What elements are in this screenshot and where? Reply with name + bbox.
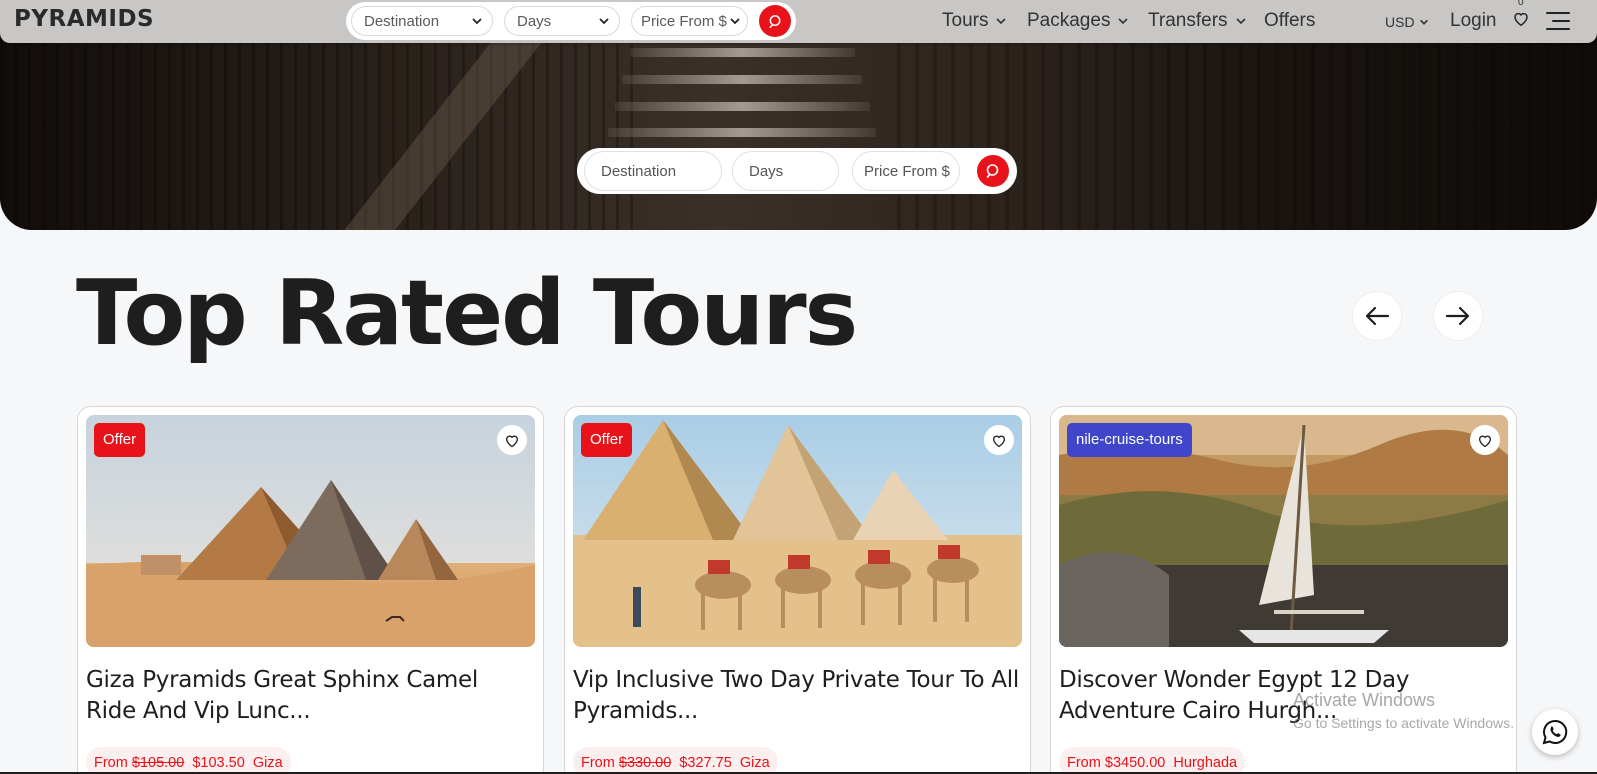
- price-pill: From $330.00 $327.75 Giza: [573, 747, 778, 774]
- login-link[interactable]: Login: [1450, 10, 1497, 32]
- section-title: Top Rated Tours: [76, 261, 858, 366]
- price-from-label: From: [581, 755, 615, 771]
- nav-price-select[interactable]: Price From $: [631, 6, 748, 36]
- carousel-next-button[interactable]: [1433, 291, 1483, 341]
- favorite-button[interactable]: [497, 425, 527, 455]
- category-badge: nile-cruise-tours: [1067, 423, 1192, 457]
- nav-days-select[interactable]: Days: [504, 6, 620, 36]
- search-icon: [986, 164, 999, 178]
- currency-label: USD: [1385, 14, 1415, 30]
- currency-selector[interactable]: USD: [1385, 14, 1429, 30]
- tour-location: Hurghada: [1173, 755, 1238, 771]
- heart-icon: [1514, 12, 1528, 27]
- price-from-label: From: [1067, 755, 1101, 771]
- chevron-down-icon: [1419, 19, 1428, 25]
- hero-destination-field[interactable]: Destination: [584, 151, 722, 191]
- offer-badge: Offer: [581, 423, 633, 457]
- search-icon: [769, 14, 780, 28]
- nav-days-label: Days: [517, 13, 552, 30]
- nav-search-button[interactable]: [759, 5, 791, 37]
- tour-card[interactable]: Offer Giza Pyramids Great Sphinx Camel R…: [77, 406, 544, 774]
- tour-card[interactable]: Offer Vip Inclusive Two Day Private Tour…: [564, 406, 1031, 774]
- hero-search-button[interactable]: [977, 155, 1009, 187]
- tour-location: Giza: [252, 755, 283, 771]
- hero-days-field[interactable]: Days: [732, 151, 839, 191]
- tour-title-line: Giza Pyramids Great Sphinx Camel: [86, 667, 478, 693]
- tour-location: Giza: [739, 755, 770, 771]
- menu-packages[interactable]: Packages: [1027, 10, 1129, 32]
- favorite-button[interactable]: [984, 425, 1014, 455]
- chevron-down-icon: [1235, 18, 1246, 25]
- hero-days-label: Days: [749, 163, 784, 180]
- site-logo[interactable]: PYRAMIDS: [14, 6, 154, 32]
- chevron-down-icon: [730, 18, 740, 25]
- old-price: $105.00: [131, 755, 185, 771]
- tour-title-line: Ride And Vip Lunc...: [86, 698, 311, 724]
- arrow-right-icon: [1445, 306, 1470, 326]
- tour-image-pyramids: [86, 415, 535, 647]
- nav-search-bar: Destination Days Price From $: [346, 2, 796, 40]
- heart-icon: [992, 435, 1006, 447]
- chevron-down-icon: [599, 18, 609, 25]
- top-navbar: PYRAMIDS Destination Days Price From $ T…: [0, 0, 1597, 43]
- whatsapp-button[interactable]: [1532, 709, 1578, 755]
- menu-tours[interactable]: Tours: [942, 10, 1007, 32]
- offer-badge: Offer: [94, 423, 146, 457]
- nav-destination-select[interactable]: Destination: [351, 6, 493, 36]
- carousel-prev-button[interactable]: [1352, 291, 1402, 341]
- whatsapp-icon: [1542, 719, 1568, 745]
- favorite-button[interactable]: [1470, 425, 1500, 455]
- arrow-left-icon: [1365, 306, 1390, 326]
- menu-transfers-label: Transfers: [1148, 10, 1228, 31]
- current-price: $327.75: [679, 755, 732, 771]
- chevron-down-icon: [472, 18, 482, 25]
- hero-price-label: Price From $: [864, 163, 950, 180]
- tour-title[interactable]: Giza Pyramids Great Sphinx Camel Ride An…: [86, 665, 536, 727]
- menu-offers-label: Offers: [1264, 10, 1316, 31]
- current-price: $103.50: [192, 755, 245, 771]
- price-pill: From $3450.00 Hurghada: [1059, 747, 1246, 774]
- price-pill: From $105.00 $103.50 Giza: [86, 747, 291, 774]
- hero-price-field[interactable]: Price From $: [852, 151, 960, 191]
- hero-destination-label: Destination: [601, 163, 677, 180]
- nav-price-label: Price From $: [641, 13, 727, 30]
- wishlist-count: 0: [1518, 0, 1524, 8]
- chevron-down-icon: [996, 18, 1007, 25]
- menu-offers[interactable]: Offers: [1264, 10, 1315, 32]
- windows-activation-watermark: Activate Windows Go to Settings to activ…: [1293, 690, 1514, 731]
- tour-image-camels: [573, 415, 1022, 647]
- tour-title-line: Vip Inclusive Two Day Private Tour To Al…: [573, 667, 1019, 693]
- tour-image[interactable]: [86, 415, 535, 647]
- watermark-title: Activate Windows: [1293, 690, 1436, 710]
- chevron-down-icon: [1118, 18, 1129, 25]
- current-price: $3450.00: [1104, 755, 1166, 771]
- price-from-label: From: [94, 755, 128, 771]
- wishlist-button[interactable]: [1512, 10, 1530, 32]
- tour-title-line: Pyramids...: [573, 698, 699, 724]
- menu-icon[interactable]: [1546, 12, 1570, 31]
- menu-transfers[interactable]: Transfers: [1148, 10, 1247, 32]
- watermark-subtitle: Go to Settings to activate Windows.: [1293, 715, 1514, 731]
- nav-destination-label: Destination: [364, 13, 440, 30]
- heart-icon: [505, 435, 519, 447]
- hero-search-bar: Destination Days Price From $: [577, 148, 1017, 194]
- tour-title[interactable]: Vip Inclusive Two Day Private Tour To Al…: [573, 665, 1023, 727]
- menu-tours-label: Tours: [942, 10, 989, 31]
- menu-packages-label: Packages: [1027, 10, 1111, 31]
- old-price: $330.00: [618, 755, 672, 771]
- tour-image[interactable]: [573, 415, 1022, 647]
- heart-icon: [1478, 435, 1492, 447]
